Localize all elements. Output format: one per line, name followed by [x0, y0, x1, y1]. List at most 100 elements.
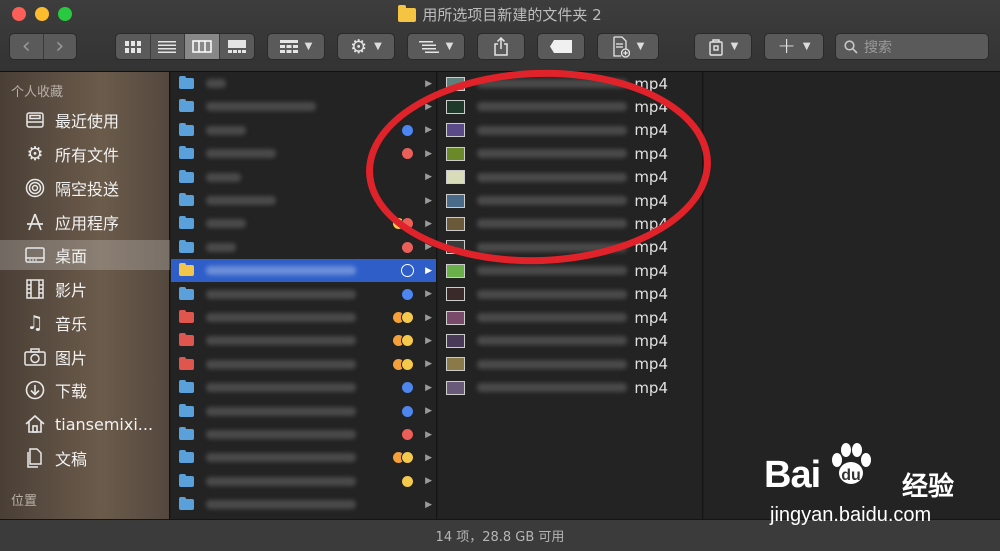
folder-row[interactable]: ▶: [171, 306, 436, 329]
video-thumbnail: [446, 287, 465, 302]
folder-row[interactable]: ▶: [171, 400, 436, 423]
video-file-row[interactable]: mp4: [438, 212, 702, 235]
video-file-row[interactable]: mp4: [438, 236, 702, 259]
file-extension: mp4: [634, 74, 668, 93]
disclosure-arrow-icon: ▶: [425, 101, 432, 112]
tag-dot: [401, 240, 414, 254]
video-file-row[interactable]: mp4: [438, 72, 702, 95]
disclosure-arrow-icon: ▶: [425, 195, 432, 206]
tag-dots: [401, 147, 414, 161]
folder-icon: [179, 76, 194, 89]
folder-row[interactable]: ▶: [171, 423, 436, 446]
action-menu-button[interactable]: ⚙ ▼: [337, 33, 395, 60]
video-file-row[interactable]: mp4: [438, 283, 702, 306]
folder-row[interactable]: ▶: [171, 283, 436, 306]
folder-row[interactable]: ▶: [171, 329, 436, 352]
sidebar-item-downloads[interactable]: 下载: [0, 375, 170, 405]
redacted-filename: [477, 172, 627, 182]
folder-row[interactable]: ▶: [171, 470, 436, 493]
disclosure-arrow-icon: ▶: [425, 218, 432, 229]
tag-dot: [401, 217, 414, 231]
redacted-filename: [206, 219, 246, 229]
tag-dots: [401, 240, 414, 254]
airdrop-icon: [23, 176, 47, 200]
forward-button[interactable]: ›: [44, 34, 77, 59]
arrange-button[interactable]: ▼: [407, 33, 465, 60]
folder-row[interactable]: ▶: [171, 493, 436, 516]
file-extension: mp4: [634, 308, 668, 327]
redacted-filename: [477, 242, 627, 252]
folder-icon: [179, 427, 194, 440]
folder-row[interactable]: ▶: [171, 142, 436, 165]
sidebar-item-airdrop[interactable]: 隔空投送: [0, 173, 170, 203]
video-file-row[interactable]: mp4: [438, 259, 702, 282]
finder-extension-button[interactable]: ▼: [694, 33, 752, 60]
redacted-filename: [206, 149, 276, 159]
sidebar-item-label: 应用程序: [55, 214, 120, 233]
sidebar-item-all-files[interactable]: ⚙ 所有文件: [0, 139, 170, 169]
folder-row[interactable]: ▶: [171, 95, 436, 118]
sidebar-item-desktop[interactable]: 桌面: [0, 240, 170, 270]
folder-row[interactable]: ▶: [171, 236, 436, 259]
video-file-row[interactable]: mp4: [438, 329, 702, 352]
sidebar-item-label: 最近使用: [55, 112, 120, 131]
share-button[interactable]: [477, 33, 525, 60]
back-button[interactable]: ‹: [10, 34, 44, 59]
redacted-filename: [477, 196, 627, 205]
video-file-row[interactable]: mp4: [438, 95, 702, 118]
redacted-filename: [206, 79, 226, 88]
sidebar-item-home[interactable]: tiansemixi...: [0, 409, 170, 439]
redacted-filename: [206, 453, 356, 463]
video-thumbnail: [446, 99, 465, 114]
new-file-button[interactable]: ▼: [597, 33, 659, 60]
redacted-filename: [206, 406, 356, 416]
redacted-filename: [206, 266, 356, 276]
video-file-row[interactable]: mp4: [438, 189, 702, 212]
disclosure-arrow-icon: ▶: [425, 148, 432, 159]
sidebar-item-music[interactable]: ♫ 音乐: [0, 308, 170, 338]
video-file-row[interactable]: mp4: [438, 376, 702, 399]
list-view-button[interactable]: [151, 34, 185, 59]
sidebar-item-applications[interactable]: 应用程序: [0, 207, 170, 237]
gallery-view-button[interactable]: [220, 34, 254, 59]
search-field[interactable]: 搜索: [835, 33, 989, 60]
file-extension: mp4: [634, 214, 668, 233]
tag-dots: [392, 357, 414, 371]
redacted-filename: [206, 102, 316, 112]
sidebar-item-movies[interactable]: 影片: [0, 274, 170, 304]
video-file-row[interactable]: mp4: [438, 166, 702, 189]
folder-row[interactable]: ▶: [171, 189, 436, 212]
folder-row[interactable]: ▶: [171, 376, 436, 399]
sidebar-item-pictures[interactable]: 图片: [0, 342, 170, 372]
downloads-icon: [23, 378, 47, 402]
folder-icon: [179, 146, 194, 160]
folder-row[interactable]: ▶: [171, 446, 436, 469]
sidebar-item-documents[interactable]: 文稿: [0, 443, 170, 473]
video-file-row[interactable]: mp4: [438, 306, 702, 329]
folder-row[interactable]: ▶: [171, 119, 436, 142]
folder-row[interactable]: ▶: [171, 259, 436, 283]
folder-row[interactable]: ▶: [171, 353, 436, 376]
video-thumbnail: [446, 263, 465, 278]
sidebar-item-label: 下载: [55, 382, 88, 401]
folder-icon: [179, 122, 194, 136]
icon-view-button[interactable]: [116, 34, 151, 59]
folder-row[interactable]: ▶: [171, 166, 436, 189]
add-button[interactable]: + ▼: [764, 33, 824, 60]
documents-icon: [23, 446, 47, 470]
folder-icon: [179, 497, 194, 511]
sidebar-item-label: 影片: [55, 281, 88, 300]
video-file-row[interactable]: mp4: [438, 142, 702, 165]
folder-row[interactable]: ▶: [171, 72, 436, 95]
group-by-button[interactable]: ▼: [267, 33, 325, 60]
video-file-row[interactable]: mp4: [438, 119, 702, 142]
column-view-button[interactable]: [185, 34, 220, 59]
chevron-down-icon: ▼: [802, 41, 811, 52]
video-file-row[interactable]: mp4: [438, 353, 702, 376]
video-thumbnail: [446, 146, 465, 161]
sidebar-item-recents[interactable]: 最近使用: [0, 105, 170, 135]
folder-row[interactable]: ▶: [171, 212, 436, 235]
tag-dot: [401, 451, 414, 465]
folder-icon: [179, 169, 194, 183]
tags-button[interactable]: [537, 33, 585, 60]
